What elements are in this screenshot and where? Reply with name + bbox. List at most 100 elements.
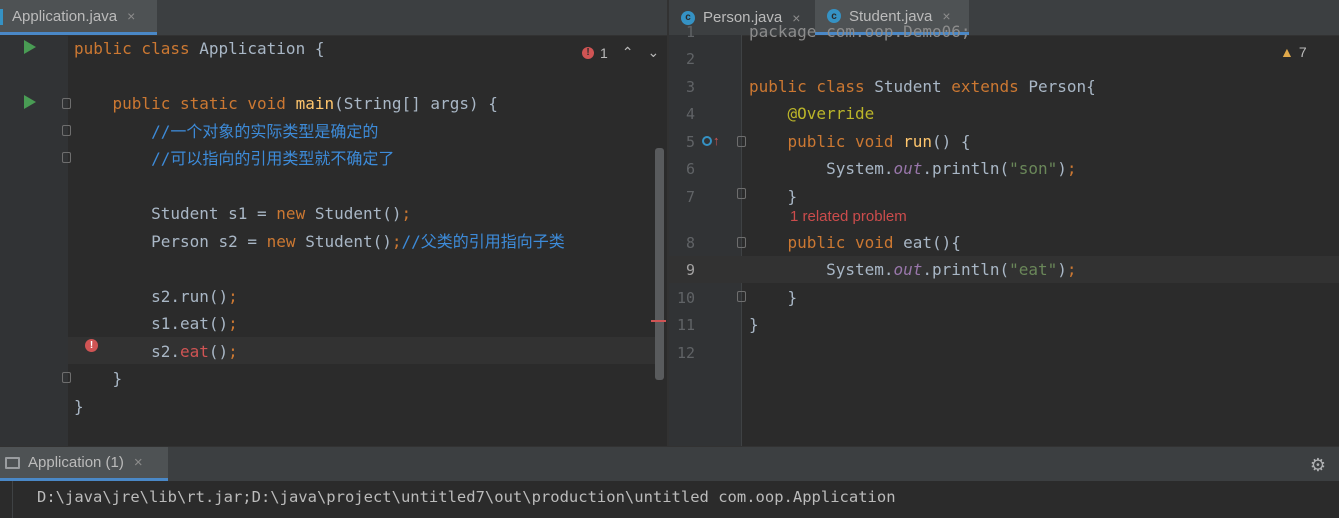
line-number: 2	[685, 50, 695, 68]
code-token: s2.	[74, 341, 180, 361]
line-number: 8	[685, 234, 695, 252]
code-token: .println(	[922, 159, 1010, 178]
run-main-icon[interactable]	[24, 95, 36, 109]
code-token: .println(	[922, 260, 1010, 279]
code-token: //可以指向的引用类型就不确定了	[74, 149, 395, 168]
inspection-widget[interactable]: ! 1 ⌃ ⌄	[582, 44, 659, 61]
line-number: 6	[685, 160, 695, 178]
code-line[interactable]: }	[749, 284, 798, 311]
run-tab-application[interactable]: Application (1) ×	[0, 447, 168, 481]
code-line[interactable]: Student s1 = new Student();	[74, 200, 411, 227]
gear-icon[interactable]: ⚙	[1310, 455, 1326, 476]
code-line[interactable]: public void eat(){	[749, 229, 961, 256]
right-editor: c Person.java × c Student.java × package…	[651, 0, 1339, 446]
console-icon	[5, 456, 20, 469]
fold-icon[interactable]	[737, 291, 746, 302]
console-output-line: D:\java\jre\lib\rt.jar;D:\java\project\u…	[37, 488, 896, 506]
line-number: 4	[685, 105, 695, 123]
code-token: new	[276, 204, 315, 223]
error-count: 1	[600, 44, 608, 61]
code-token: public class	[74, 39, 200, 58]
code-token: }	[749, 288, 798, 307]
error-stripe-mark[interactable]	[651, 320, 666, 322]
chevron-up-icon[interactable]: ⌃	[622, 44, 634, 61]
code-token: ;	[391, 231, 402, 251]
fold-icon[interactable]	[62, 152, 71, 163]
fold-icon[interactable]	[62, 372, 71, 383]
line-number: 9	[685, 261, 695, 279]
code-line[interactable]: public class Application {	[74, 35, 324, 62]
code-line[interactable]: s2.run();	[74, 283, 238, 310]
code-token: @Override	[749, 104, 875, 123]
code-token: out	[893, 260, 923, 279]
line-number: 10	[676, 289, 695, 307]
run-class-icon[interactable]	[24, 40, 36, 54]
line-number: 3	[685, 78, 695, 96]
code-line[interactable]: Person s2 = new Student();//父类的引用指向子类	[74, 228, 565, 255]
code-token: ;	[228, 341, 238, 361]
code-token: (String[] args) {	[334, 94, 498, 113]
code-token: ;	[1066, 159, 1077, 178]
code-token: Student()	[305, 231, 392, 251]
line-number: 5	[685, 133, 695, 151]
close-icon[interactable]: ×	[134, 454, 143, 471]
code-token: out	[893, 159, 923, 178]
code-token: ()	[208, 341, 229, 361]
code-line[interactable]: s1.eat();	[74, 310, 238, 337]
inspection-widget[interactable]: ▲ 7	[1280, 44, 1307, 60]
code-token: public void	[749, 233, 904, 252]
code-token: }	[74, 369, 123, 388]
run-console[interactable]: D:\java\jre\lib\rt.jar;D:\java\project\u…	[0, 481, 1339, 518]
line-number: 7	[685, 188, 695, 206]
code-token: s1.eat()	[74, 314, 229, 333]
related-problem-link[interactable]: 1 related problem	[790, 208, 907, 225]
code-token: Student s1 =	[74, 204, 277, 223]
code-line[interactable]: s2.eat();	[74, 338, 238, 365]
chevron-down-icon[interactable]: ⌄	[648, 44, 660, 61]
code-line[interactable]: }	[74, 365, 123, 392]
code-token: ;	[1066, 260, 1077, 279]
fold-icon[interactable]	[737, 136, 746, 147]
code-token: eat	[179, 341, 209, 361]
code-line[interactable]: //可以指向的引用类型就不确定了	[74, 145, 394, 172]
fold-icon[interactable]	[737, 237, 746, 248]
fold-icon[interactable]	[737, 188, 746, 199]
code-token: run	[903, 132, 933, 151]
warning-count: 7	[1298, 44, 1307, 60]
vertical-scrollbar[interactable]	[655, 148, 664, 380]
code-line[interactable]: System.out.println("eat");	[749, 256, 1077, 283]
code-token: (){	[932, 233, 961, 252]
code-line[interactable]: }	[749, 311, 759, 338]
left-editor: Application.java × ! ! 1 ⌃ ⌄ public clas…	[0, 0, 667, 446]
code-token: //一个对象的实际类型是确定的	[74, 121, 379, 141]
code-token: Person{	[1028, 77, 1096, 96]
line-number: 12	[676, 344, 695, 362]
code-token: Person s2 =	[74, 231, 267, 251]
override-method-icon[interactable]: ↑	[702, 133, 720, 148]
code-token: ;	[228, 286, 238, 306]
fold-icon[interactable]	[62, 125, 71, 136]
code-line[interactable]: public class Student extends Person{	[749, 73, 1096, 100]
fold-icon[interactable]	[62, 98, 71, 109]
code-line[interactable]: }	[749, 183, 798, 210]
code-line[interactable]: System.out.println("son");	[749, 155, 1077, 182]
left-tab-bar: Application.java ×	[0, 0, 667, 36]
code-line[interactable]: public void run() {	[749, 128, 971, 155]
code-token: extends	[951, 77, 1029, 96]
code-token: ;	[401, 204, 412, 223]
code-token: main	[295, 94, 335, 113]
console-gutter-line	[12, 481, 13, 518]
code-line[interactable]: @Override	[749, 100, 875, 127]
code-token: public class	[749, 77, 875, 96]
code-token: }	[74, 396, 84, 416]
code-token: )	[1057, 260, 1067, 279]
code-token: Student()	[314, 204, 402, 223]
code-line[interactable]: public static void main(String[] args) {	[74, 90, 498, 117]
package-line: package com.oop.Demo06;	[749, 22, 971, 41]
code-token: System.	[749, 159, 894, 178]
code-token: ;	[228, 314, 238, 333]
close-icon[interactable]: ×	[127, 8, 135, 24]
code-line[interactable]: }	[74, 393, 84, 420]
tab-application-java[interactable]: Application.java ×	[0, 0, 157, 35]
code-line[interactable]: //一个对象的实际类型是确定的	[74, 118, 378, 145]
